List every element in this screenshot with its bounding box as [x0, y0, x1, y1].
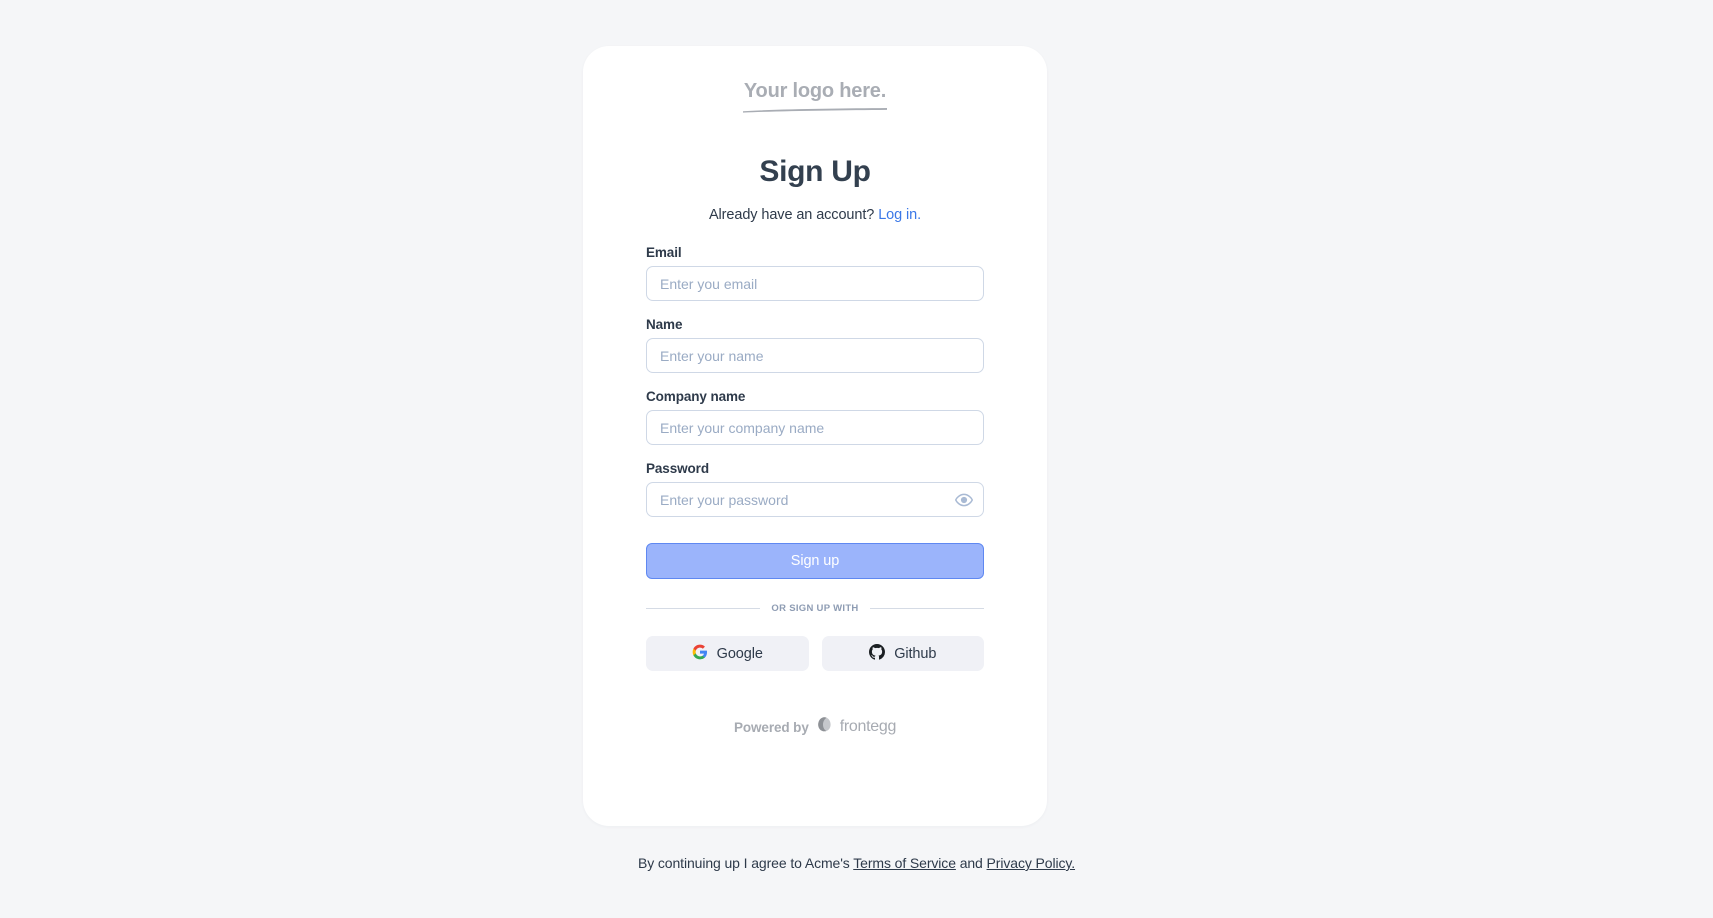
company-name-input[interactable] — [646, 410, 984, 445]
github-signup-label: Github — [894, 645, 937, 662]
logo-text: Your logo here. — [743, 80, 887, 102]
social-login-row: Google Github — [646, 636, 984, 671]
eye-icon[interactable] — [955, 491, 973, 509]
input-wrap-password — [646, 482, 984, 517]
signup-button[interactable]: Sign up — [646, 543, 984, 579]
page-title: Sign Up — [759, 155, 871, 188]
legal-conjunction: and — [959, 855, 983, 871]
divider-label: OR SIGN UP WITH — [771, 603, 859, 614]
field-email: Email — [646, 245, 984, 301]
frontegg-logo-icon — [816, 716, 833, 738]
login-prompt: Already have an account? Log in. — [709, 207, 921, 223]
name-input[interactable] — [646, 338, 984, 373]
logo-underline-icon — [743, 108, 887, 113]
input-wrap-name — [646, 338, 984, 373]
input-wrap-company-name — [646, 410, 984, 445]
google-signup-label: Google — [716, 645, 763, 662]
field-company-name: Company name — [646, 389, 984, 445]
password-input[interactable] — [646, 482, 984, 517]
terms-of-service-link[interactable]: Terms of Service — [853, 855, 956, 871]
github-signup-button[interactable]: Github — [821, 636, 984, 671]
legal-prefix: By continuing up I agree to Acme's — [637, 855, 850, 871]
google-signup-button[interactable]: Google — [646, 636, 809, 671]
field-label-email: Email — [646, 245, 682, 260]
login-link[interactable]: Log in. — [878, 207, 921, 223]
privacy-policy-link[interactable]: Privacy Policy. — [987, 855, 1076, 871]
google-icon — [692, 644, 708, 664]
input-wrap-email — [646, 266, 984, 301]
signup-form: Email Name Company name Password — [646, 245, 985, 671]
signup-card: Your logo here. Sign Up Already have an … — [583, 46, 1047, 826]
field-password: Password — [646, 461, 984, 517]
divider-line-left — [646, 608, 761, 609]
email-input[interactable] — [646, 266, 984, 301]
github-icon — [869, 643, 886, 664]
field-label-password: Password — [646, 461, 709, 476]
field-label-company-name: Company name — [646, 389, 746, 404]
powered-by-label: Powered by — [733, 719, 809, 735]
divider: OR SIGN UP WITH — [646, 603, 985, 614]
legal-text: By continuing up I agree to Acme's Terms… — [0, 855, 1713, 871]
field-name: Name — [646, 317, 984, 373]
field-label-name: Name — [646, 317, 683, 332]
signup-page: Your logo here. Sign Up Already have an … — [0, 0, 1713, 918]
powered-by: Powered by frontegg — [734, 716, 896, 738]
brand-logo: Your logo here. — [741, 80, 889, 113]
frontegg-wordmark: frontegg — [839, 718, 897, 735]
divider-line-right — [869, 608, 985, 609]
login-prompt-text: Already have an account? — [708, 207, 875, 223]
